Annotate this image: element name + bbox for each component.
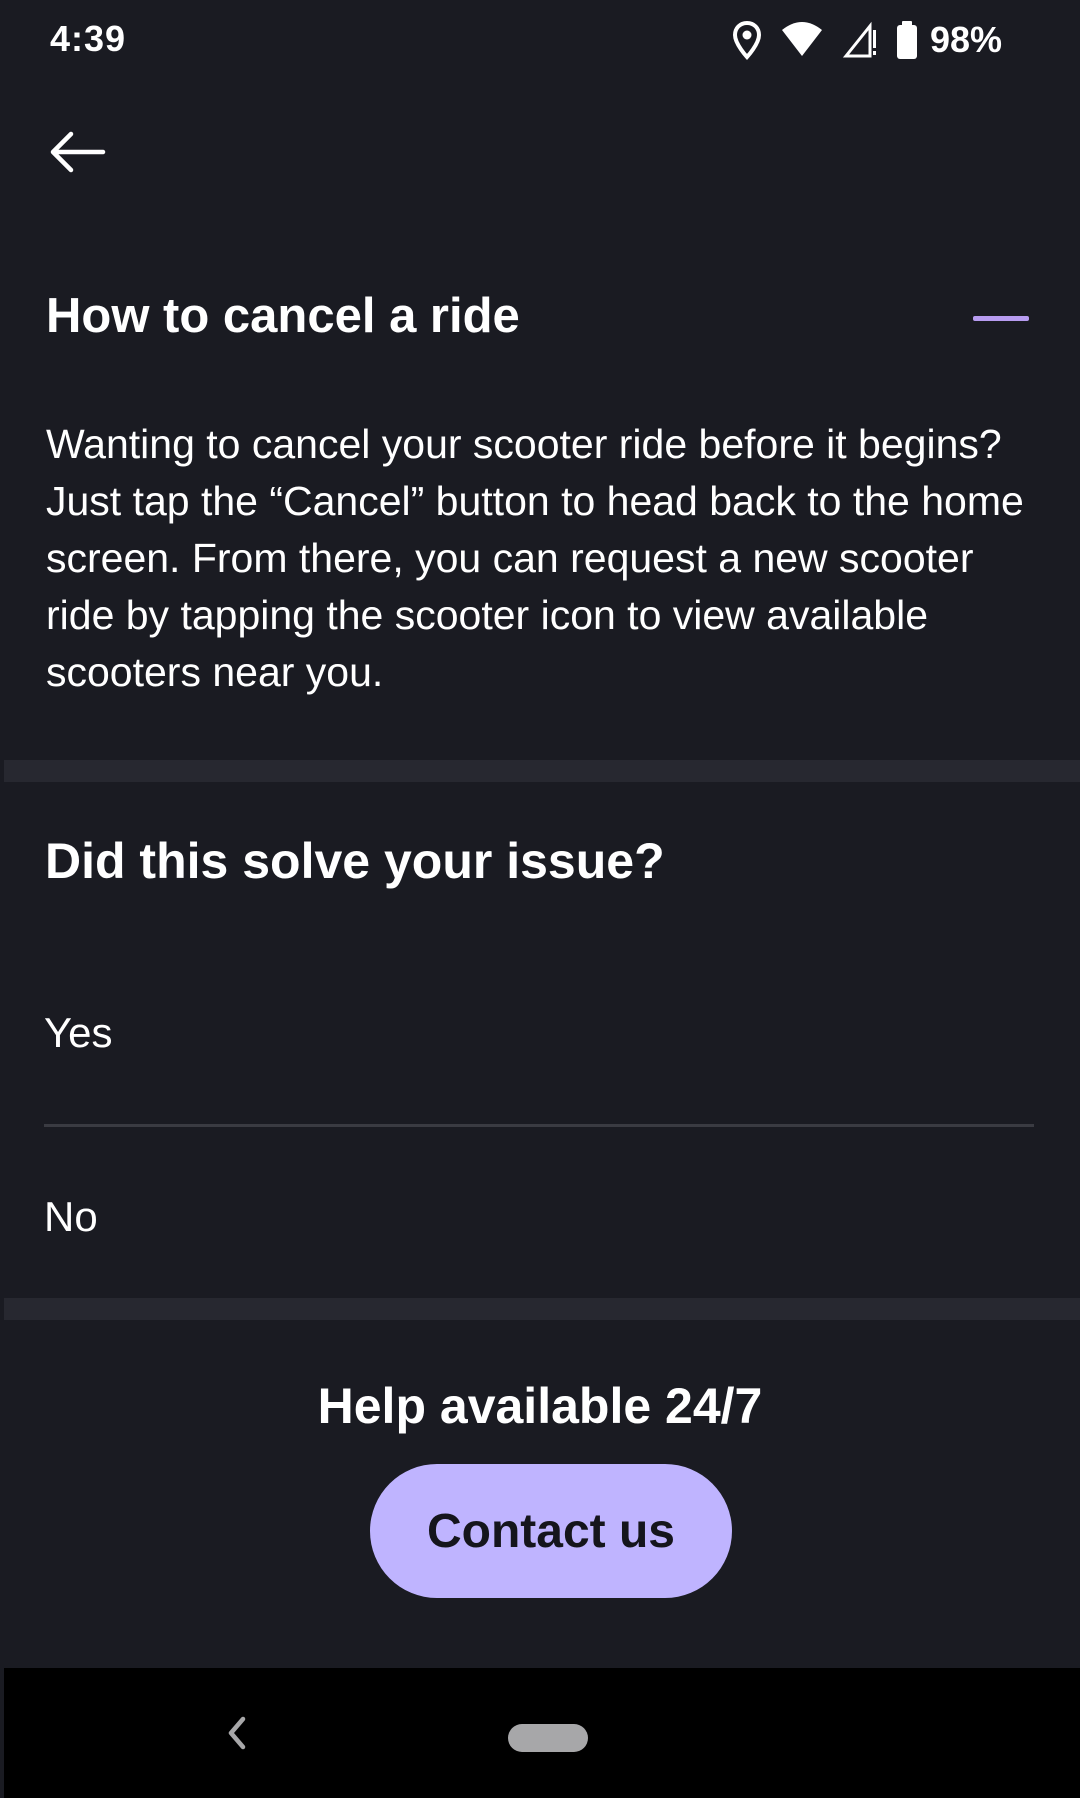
collapse-button[interactable] (966, 296, 1036, 340)
chevron-left-icon (225, 1715, 249, 1756)
section-divider (4, 1298, 1080, 1320)
nav-back-button[interactable] (212, 1710, 262, 1760)
battery-percent: 98% (929, 19, 1002, 60)
contact-us-button[interactable]: Contact us (370, 1464, 732, 1598)
feedback-question: Did this solve your issue? (45, 833, 665, 889)
feedback-option-no[interactable]: No (44, 1172, 1034, 1262)
feedback-option-yes[interactable]: Yes (44, 988, 1034, 1078)
option-divider (44, 1124, 1034, 1127)
location-icon (732, 20, 762, 60)
system-nav-bar (4, 1668, 1080, 1798)
minus-icon (973, 315, 1029, 321)
help-article-screen: 4:39 98% How to cancel a ride Wanting to… (0, 0, 1080, 1798)
status-icons: 98% (732, 16, 1002, 64)
article-body: Wanting to cancel your scooter ride befo… (46, 421, 1024, 695)
status-time: 4:39 (50, 18, 127, 59)
status-bar: 4:39 98% (0, 0, 1080, 80)
section-divider (4, 760, 1080, 782)
help-title: Help available 24/7 (317, 1378, 763, 1434)
battery-icon (896, 20, 918, 60)
wifi-icon (780, 20, 824, 60)
back-button[interactable] (40, 118, 114, 190)
home-pill-icon[interactable] (508, 1724, 588, 1752)
article-title: How to cancel a ride (46, 289, 520, 343)
cellular-signal-icon (842, 20, 878, 60)
arrow-left-icon (47, 130, 107, 179)
